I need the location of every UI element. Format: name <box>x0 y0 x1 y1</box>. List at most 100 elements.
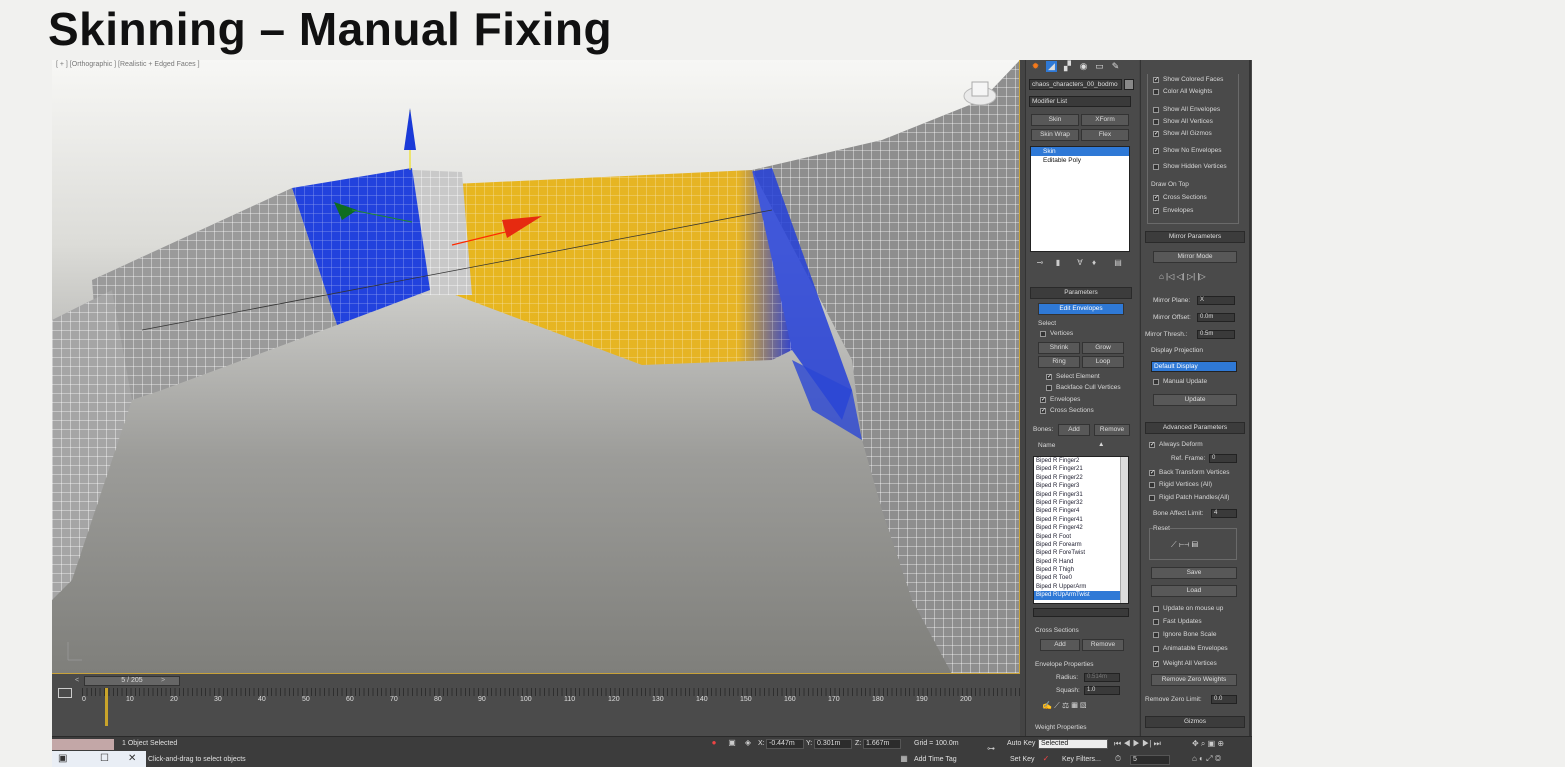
skin-button[interactable]: Skin <box>1031 114 1079 126</box>
add-time-tag[interactable]: Add Time Tag <box>914 756 957 763</box>
maxscript-listener[interactable] <box>52 739 114 750</box>
animatable-envelopes-checkbox[interactable] <box>1153 646 1159 652</box>
list-item[interactable]: Biped R Finger3 <box>1034 482 1128 490</box>
display-tab-icon[interactable]: ▭ <box>1094 61 1105 72</box>
show-colored-faces-checkbox[interactable]: ✓ <box>1153 77 1159 83</box>
restore-icon[interactable]: ☐ <box>100 753 109 764</box>
rigid-vertices-checkbox[interactable] <box>1149 482 1155 488</box>
list-item[interactable]: Biped R Finger31 <box>1034 491 1128 499</box>
z-coord-field[interactable]: 1.667m <box>863 739 901 749</box>
viewport-nav-icon-2[interactable]: ⌂ ◐ ⤢ ◎ <box>1192 755 1248 763</box>
pin-icon[interactable]: ● <box>710 739 718 747</box>
radius-spinner[interactable]: 0.514m <box>1084 673 1120 682</box>
skin-wrap-button[interactable]: Skin Wrap <box>1031 129 1079 141</box>
load-button[interactable]: Load <box>1151 585 1237 597</box>
modifier-list-dropdown[interactable]: Modifier List <box>1029 96 1131 107</box>
configure-sets-icon[interactable]: ▤ <box>1114 259 1122 267</box>
panel-scrollbar[interactable] <box>1249 60 1251 736</box>
set-key-icon[interactable]: ✓ <box>1042 755 1050 763</box>
xform-button[interactable]: XForm <box>1081 114 1129 126</box>
advanced-parameters-rollout[interactable]: Advanced Parameters <box>1145 422 1245 434</box>
manual-update-checkbox[interactable] <box>1153 379 1159 385</box>
list-item[interactable]: Biped R ForeTwist <box>1034 549 1128 557</box>
viewport-nav-icon[interactable]: ✥ ⌕ ▣ ⊕ <box>1192 740 1248 748</box>
shrink-button[interactable]: Shrink <box>1038 342 1080 354</box>
motion-tab-icon[interactable]: ◉ <box>1078 61 1089 72</box>
edit-envelopes-button[interactable]: Edit Envelopes <box>1038 303 1124 315</box>
add-bone-button[interactable]: Add <box>1058 424 1090 436</box>
mirror-plane-select[interactable]: X <box>1197 296 1235 305</box>
draw-envelopes-checkbox[interactable]: ✓ <box>1153 208 1159 214</box>
show-no-envelopes-checkbox[interactable]: ✓ <box>1153 148 1159 154</box>
fast-updates-checkbox[interactable] <box>1153 619 1159 625</box>
backface-cull-checkbox[interactable] <box>1046 385 1052 391</box>
key-icon[interactable]: ⊶ <box>984 745 998 753</box>
list-item[interactable]: Biped R Foot <box>1034 533 1128 541</box>
list-item[interactable]: Biped R Finger4 <box>1034 507 1128 515</box>
time-config-icon[interactable]: ⏱ <box>1114 755 1122 763</box>
create-tab-icon[interactable]: ✹ <box>1030 61 1041 72</box>
show-all-vertices-checkbox[interactable] <box>1153 119 1159 125</box>
show-all-envelopes-checkbox[interactable] <box>1153 107 1159 113</box>
list-item[interactable]: Biped R Finger41 <box>1034 516 1128 524</box>
mirror-offset-spinner[interactable]: 0.0m <box>1197 313 1235 322</box>
bone-list-scrollbar[interactable] <box>1120 457 1128 603</box>
rigid-patch-checkbox[interactable] <box>1149 495 1155 501</box>
timeline[interactable]: < 5 / 205 > 0 10 20 30 40 50 60 70 80 90… <box>52 674 1020 736</box>
show-end-result-icon[interactable]: ▮ <box>1054 259 1062 267</box>
curve-editor-icon[interactable] <box>58 688 72 698</box>
object-color-swatch[interactable] <box>1124 79 1134 90</box>
hierarchy-tab-icon[interactable]: ▞ <box>1062 61 1073 72</box>
remove-zero-weights-button[interactable]: Remove Zero Weights <box>1151 674 1237 686</box>
remove-modifier-icon[interactable]: ♦ <box>1090 259 1098 267</box>
modify-tab-icon[interactable]: ◢ <box>1046 61 1057 72</box>
reset-tools-icon[interactable]: ⟋ ⊢⊣ ▤ <box>1171 541 1231 549</box>
list-item[interactable]: Biped R Toe0 <box>1034 574 1128 582</box>
auto-key-button[interactable]: Auto Key <box>1007 740 1035 747</box>
ref-frame-spinner[interactable]: 0 <box>1209 454 1237 463</box>
update-mouse-up-checkbox[interactable] <box>1153 606 1159 612</box>
back-transform-checkbox[interactable]: ✓ <box>1149 470 1155 476</box>
lock-icon[interactable]: ▣ <box>728 739 736 747</box>
cross-sections-checkbox[interactable]: ✓ <box>1040 408 1046 414</box>
next-frame-icon[interactable]: > <box>158 676 168 686</box>
list-item[interactable]: Biped R UpperArm <box>1034 583 1128 591</box>
time-tag-icon[interactable]: ▦ <box>900 755 908 763</box>
weight-all-vertices-checkbox[interactable]: ✓ <box>1153 661 1159 667</box>
make-unique-icon[interactable]: ∀ <box>1076 259 1084 267</box>
set-key-button[interactable]: Set Key <box>1010 756 1035 763</box>
object-name-field[interactable]: chaos_characters_00_bodmo <box>1029 79 1122 90</box>
viewport-label[interactable]: [ + ] [Orthographic ] [Realistic + Edged… <box>56 61 200 68</box>
remove-zero-limit-spinner[interactable]: 0.0 <box>1211 695 1237 704</box>
envelope-tools-icon[interactable]: ✍ ⟋ ⚖ ▦ ▧ <box>1042 702 1122 710</box>
stack-item-skin[interactable]: Skin <box>1031 147 1129 156</box>
list-item[interactable]: Biped R Forearm <box>1034 541 1128 549</box>
transform-mode-icon[interactable]: ◈ <box>744 739 752 747</box>
mirror-thresh-spinner[interactable]: 0.5m <box>1197 330 1235 339</box>
remove-bone-button[interactable]: Remove <box>1094 424 1130 436</box>
gizmos-rollout[interactable]: Gizmos <box>1145 716 1245 728</box>
x-coord-field[interactable]: -0.447m <box>766 739 804 749</box>
modifier-stack[interactable]: Skin Editable Poly <box>1030 146 1130 252</box>
show-all-gizmos-checkbox[interactable]: ✓ <box>1153 131 1159 137</box>
show-hidden-vertices-checkbox[interactable] <box>1153 164 1159 170</box>
list-item[interactable]: Biped R Hand <box>1034 558 1128 566</box>
sort-up-icon[interactable]: ▲ <box>1098 441 1104 448</box>
flex-button[interactable]: Flex <box>1081 129 1129 141</box>
color-all-weights-checkbox[interactable] <box>1153 89 1159 95</box>
close-icon[interactable]: ✕ <box>128 753 136 764</box>
list-item[interactable]: Biped R Finger2 <box>1034 457 1128 465</box>
mirror-tools-icon[interactable]: ⌂ |◁ ◁| ▷| |▷ <box>1159 273 1239 281</box>
ignore-bone-scale-checkbox[interactable] <box>1153 632 1159 638</box>
cross-section-remove-button[interactable]: Remove <box>1082 639 1124 651</box>
mirror-mode-button[interactable]: Mirror Mode <box>1153 251 1237 263</box>
draw-cross-sections-checkbox[interactable]: ✓ <box>1153 195 1159 201</box>
stack-item-editable-poly[interactable]: Editable Poly <box>1031 156 1129 165</box>
prev-frame-icon[interactable]: < <box>72 676 82 686</box>
display-projection-select[interactable]: Default Display <box>1151 361 1237 372</box>
list-item[interactable]: Biped R Finger42 <box>1034 524 1128 532</box>
list-item-selected[interactable]: Biped RUpArmTwist <box>1034 591 1128 600</box>
list-item[interactable]: Biped R Finger32 <box>1034 499 1128 507</box>
playback-controls-icon[interactable]: ⏮ ◀ ▶ ▶| ⏭ <box>1114 740 1174 748</box>
cross-section-add-button[interactable]: Add <box>1040 639 1080 651</box>
